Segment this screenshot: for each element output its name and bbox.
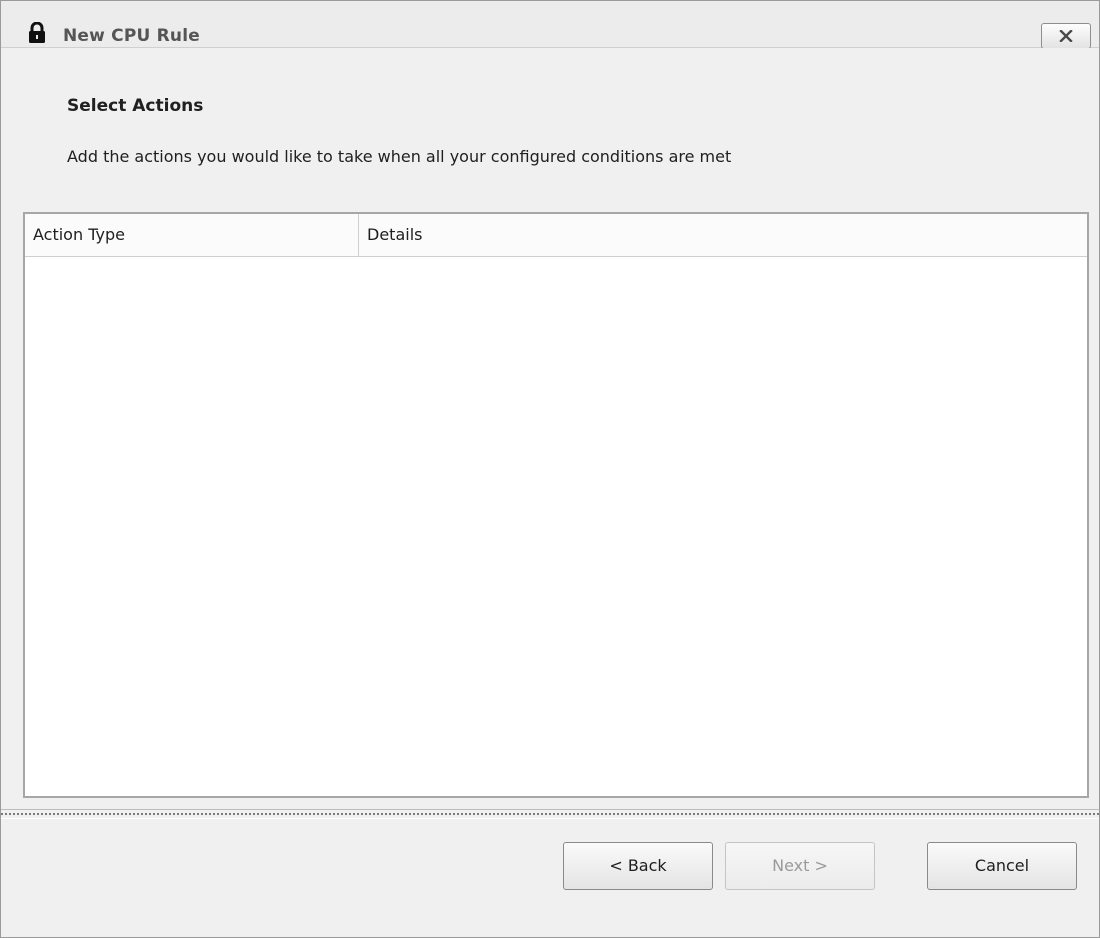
step-description: Add the actions you would like to take w… xyxy=(67,147,732,166)
title-bar: New CPU Rule xyxy=(1,1,1099,49)
next-button[interactable]: Next > xyxy=(725,842,875,890)
column-header-action-type[interactable]: Action Type xyxy=(25,214,359,256)
window-title: New CPU Rule xyxy=(63,26,200,46)
new-cpu-rule-dialog: New CPU Rule Select Actions Add the acti… xyxy=(0,0,1100,938)
splitter[interactable] xyxy=(1,809,1099,819)
cancel-button[interactable]: Cancel xyxy=(927,842,1077,890)
actions-table[interactable]: Action Type Details xyxy=(23,212,1089,798)
wizard-header xyxy=(1,48,1099,210)
table-header: Action Type Details xyxy=(25,214,1087,257)
step-title: Select Actions xyxy=(67,96,204,116)
close-icon xyxy=(1059,30,1073,42)
column-header-details[interactable]: Details xyxy=(359,214,1087,256)
back-button[interactable]: < Back xyxy=(563,842,713,890)
close-button[interactable] xyxy=(1041,23,1091,49)
lock-icon xyxy=(27,21,47,43)
